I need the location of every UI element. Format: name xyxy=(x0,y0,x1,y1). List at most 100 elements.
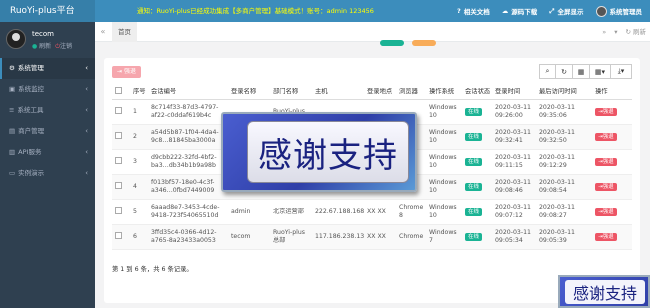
user-name: tecom xyxy=(32,30,55,38)
cell-os: Windows 10 xyxy=(429,179,457,194)
reset-button-remnant[interactable] xyxy=(412,40,436,46)
sidebar-item-demo[interactable]: ▭ 实例演示 ‹ xyxy=(0,163,95,184)
docs-link[interactable]: ? 相关文档 xyxy=(457,6,490,16)
cell-no: 2 xyxy=(133,133,137,140)
cell-login-time: 2020-03-11 09:07:12 xyxy=(495,204,531,219)
col-no[interactable]: 序号 xyxy=(130,88,148,96)
cell-browser: Chrome 8 xyxy=(399,204,424,219)
cell-session: a54d5b87-1f04-4da4-9c8…81845ba3000a xyxy=(151,129,219,144)
fullscreen-button[interactable]: ⤢ 全屏显示 xyxy=(549,6,583,17)
force-logout-button[interactable]: ⇥强退 xyxy=(595,183,617,191)
search-toggle-button[interactable]: ⌕ xyxy=(539,64,556,79)
col-login-time[interactable]: 登录时间 xyxy=(492,88,536,96)
row-checkbox[interactable] xyxy=(115,157,122,164)
search-button-remnant[interactable] xyxy=(380,40,404,46)
status-badge: 在线 xyxy=(465,183,483,191)
search-icon: ⌕ xyxy=(545,67,550,75)
thanks-overlay-panel: 感谢支持 xyxy=(247,121,409,183)
server-icon: ▥ xyxy=(9,148,16,156)
row-checkbox[interactable] xyxy=(115,107,122,114)
force-logout-button[interactable]: ⇥强退 xyxy=(595,133,617,141)
row-checkbox[interactable] xyxy=(115,132,122,139)
tab-actions: » ▾ ↻ 刷新 xyxy=(602,22,646,42)
top-nav: ? 相关文档 ☁ 源码下载 ⤢ 全屏显示 系统管理员 xyxy=(457,0,642,22)
table-toolbar: ⌕ ↻ ▦ ▦▾ ⤓▾ xyxy=(539,64,632,79)
cell-last-access: 2020-03-11 09:08:27 xyxy=(539,204,575,219)
force-logout-button[interactable]: ⇥强退 xyxy=(595,108,617,116)
sidebar-item-merchant[interactable]: ▤ 商户管理 ‹ xyxy=(0,121,95,142)
question-icon: ? xyxy=(457,7,461,15)
cloud-icon: ☁ xyxy=(501,7,509,15)
gear-icon: ⚙ xyxy=(9,64,15,72)
sidebar-item-tools[interactable]: ≡ 系统工具 ‹ xyxy=(0,100,95,121)
tab-scroll-left-icon[interactable]: « xyxy=(95,22,111,42)
tab-bar: « 首页 » ▾ ↻ 刷新 xyxy=(95,22,650,42)
logout-link[interactable]: ⏻注销 xyxy=(55,41,72,51)
col-session[interactable]: 会话编号 xyxy=(148,88,228,96)
col-actions: 操作 xyxy=(595,87,608,95)
user-panel: tecom ● 刷新 ⏻注销 xyxy=(0,22,95,58)
app-logo[interactable]: RuoYi-plus平台 xyxy=(0,0,95,22)
status-badge: 在线 xyxy=(465,208,483,216)
row-checkbox[interactable] xyxy=(115,182,122,189)
search-bar-remnant xyxy=(104,40,640,52)
col-host[interactable]: 主机 xyxy=(312,88,364,96)
cell-no: 6 xyxy=(133,233,137,240)
export-button[interactable]: ⤓▾ xyxy=(610,64,632,79)
sidebar: tecom ● 刷新 ⏻注销 ⚙ 系统管理 ‹ ▣ 系统监控 ‹ ≡ 系统工具 ‹ ▤ 商户管… xyxy=(0,22,95,308)
force-logout-button[interactable]: ⇥强退 xyxy=(595,233,617,241)
chevron-icon: ‹ xyxy=(85,85,88,93)
cell-login: admin xyxy=(231,208,251,215)
close-tabs-icon[interactable]: ▾ xyxy=(614,22,617,42)
chevron-icon: ‹ xyxy=(85,148,88,156)
cart-icon: ▤ xyxy=(9,127,16,135)
status-badge: 在线 xyxy=(465,158,483,166)
cell-login-time: 2020-03-11 09:32:41 xyxy=(495,129,531,144)
download-link[interactable]: ☁ 源码下载 xyxy=(502,6,538,16)
row-checkbox[interactable] xyxy=(115,207,122,214)
row-checkbox[interactable] xyxy=(115,232,122,239)
chevron-icon: ‹ xyxy=(85,169,88,177)
refresh-button[interactable]: ↻ xyxy=(555,64,573,79)
column-toggle-button[interactable]: ▦ xyxy=(572,64,590,79)
bars-icon: ≡ xyxy=(9,106,15,114)
sidebar-item-system[interactable]: ⚙ 系统管理 ‹ xyxy=(0,58,95,79)
refresh-link[interactable]: ● 刷新 xyxy=(32,41,51,51)
cell-location: XX XX xyxy=(367,208,386,215)
sidebar-item-api[interactable]: ▥ API服务 ‹ xyxy=(0,142,95,163)
cell-session: 3ffd35c4-0366-4d12-a765-8a23433a0053 xyxy=(151,229,217,244)
cell-session: d9cbb222-32fd-4bf2-ba3…db34b1b9a98b xyxy=(151,154,217,169)
tab-home[interactable]: 首页 xyxy=(112,22,137,42)
col-os[interactable]: 操作系统 xyxy=(426,88,462,96)
col-location[interactable]: 登录地点 xyxy=(364,88,396,96)
cell-login-time: 2020-03-11 09:11:15 xyxy=(495,154,531,169)
thanks-badge: 感谢支持 xyxy=(558,275,650,308)
force-logout-button[interactable]: ⇥强退 xyxy=(595,158,617,166)
cell-browser: Chrome xyxy=(399,233,424,240)
cell-login-time: 2020-03-11 09:05:34 xyxy=(495,229,531,244)
col-dept[interactable]: 部门名称 xyxy=(270,88,312,96)
cell-last-access: 2020-03-11 09:12:29 xyxy=(539,154,575,169)
cell-os: Windows 10 xyxy=(429,104,457,119)
columns-icon: ▦ xyxy=(577,67,585,76)
thanks-overlay-text: 感谢支持 xyxy=(258,135,398,176)
col-last-access[interactable]: 最后访问时间 xyxy=(536,88,592,96)
cell-os: Windows 7 xyxy=(429,229,457,244)
sidebar-item-monitor[interactable]: ▣ 系统监控 ‹ xyxy=(0,79,95,100)
force-logout-button[interactable]: ⇥强退 xyxy=(595,208,617,216)
col-status[interactable]: 会话状态 xyxy=(462,88,492,96)
table-row: 6 3ffd35c4-0366-4d12-a765-8a23433a0053 t… xyxy=(112,225,632,250)
batch-force-logout-button[interactable]: ⇥ 强退 xyxy=(112,66,141,78)
columns-dropdown-button[interactable]: ▦▾ xyxy=(589,64,611,79)
status-badge: 在线 xyxy=(465,108,483,116)
refresh-tab-button[interactable]: ↻ 刷新 xyxy=(625,22,646,42)
cell-dept: 北京运营部 xyxy=(273,208,304,215)
notice-banner: 通知：RuoYi-plus已经成功集成【多商户管理】基础模式！账号：admin … xyxy=(137,7,374,15)
account-menu[interactable]: 系统管理员 xyxy=(595,5,642,17)
tab-scroll-right-icon[interactable]: » xyxy=(602,22,606,42)
col-login-name[interactable]: 登录名称 xyxy=(228,88,270,96)
cell-last-access: 2020-03-11 09:08:54 xyxy=(539,179,575,194)
col-browser[interactable]: 浏览器 xyxy=(396,88,426,96)
cell-session: f013bf57-18e0-4c3f-a346…0fbd7449009 xyxy=(151,179,215,194)
select-all-checkbox[interactable] xyxy=(115,86,122,94)
